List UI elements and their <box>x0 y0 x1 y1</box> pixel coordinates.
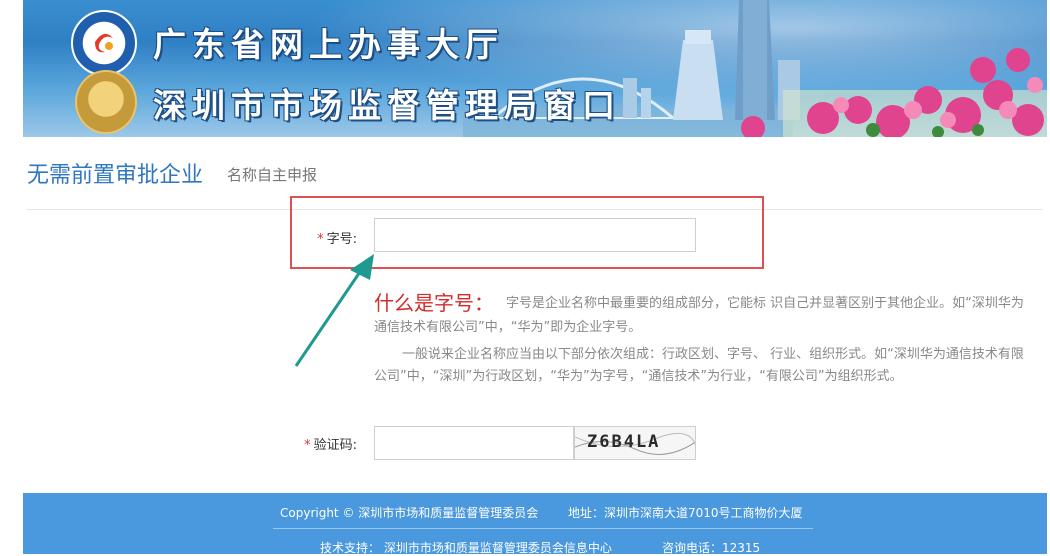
captcha-input[interactable] <box>374 426 574 460</box>
help-paragraph-2: 一般说来企业名称应当由以下部分依次组成：行政区划、字号、 行业、组织形式。如“深… <box>374 347 1024 384</box>
footer-address: 地址：深圳市深南大道7010号工商物价大厦 <box>568 506 803 520</box>
captcha-field-label: * 验证码: <box>290 434 357 453</box>
footer-tech-support: 技术支持： 深圳市市场和质量监督管理委员会信息中心 <box>320 541 612 555</box>
guangdong-service-logo-icon <box>71 10 137 76</box>
header-banner: 广东省网上办事大厅 深圳市市场监督管理局窗口 <box>23 0 1047 137</box>
market-supervision-emblem-icon <box>75 70 137 134</box>
footer-hotline: 咨询电话：12315 <box>662 541 761 555</box>
help-paragraph-1: 字号是企业名称中最重要的组成部分，它能标 识自己并显著区别于其他企业。如“深圳华… <box>374 296 1024 335</box>
page-subtitle: 名称自主申报 <box>227 166 318 184</box>
footer-copyright: Copyright © 深圳市市场和质量监督管理委员会 <box>280 506 539 520</box>
banner-title-line2: 深圳市市场监督管理局窗口 <box>153 86 621 125</box>
footer-divider <box>273 528 813 529</box>
footer: Copyright © 深圳市市场和质量监督管理委员会 地址：深圳市深南大道70… <box>23 493 1047 555</box>
captcha-label-text: 验证码: <box>313 438 357 453</box>
captcha-image[interactable]: Z6B4LA <box>574 426 696 460</box>
banner-title-line1: 广东省网上办事大厅 <box>153 25 504 64</box>
required-mark: * <box>304 438 311 453</box>
arrow-annotation-icon <box>294 254 374 367</box>
page-title: 无需前置审批企业 <box>27 163 204 188</box>
captcha-code-text: Z6B4LA <box>587 432 661 452</box>
